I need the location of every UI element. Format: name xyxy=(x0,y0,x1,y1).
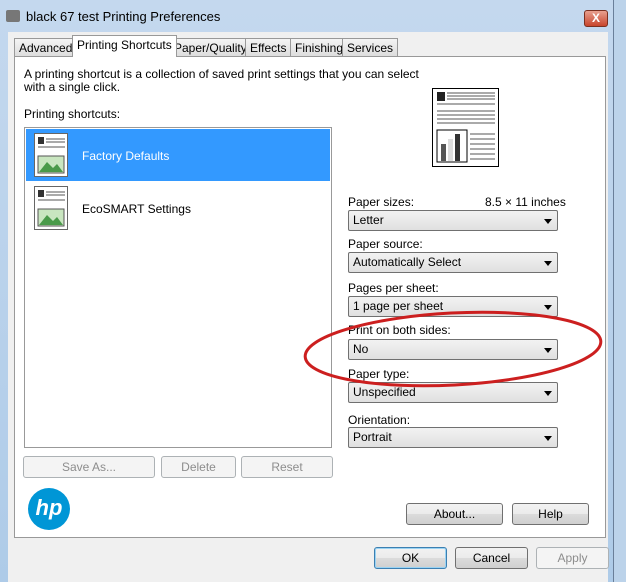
dropdown-value: No xyxy=(353,342,369,356)
chevron-down-icon xyxy=(544,436,552,441)
tab-services[interactable]: Services xyxy=(342,38,399,57)
description: A printing shortcut is a collection of s… xyxy=(24,67,419,81)
description-cont: with a single click. xyxy=(24,80,121,94)
shortcuts-list[interactable]: Factory Defaults EcoSMART Settings xyxy=(24,127,332,448)
logo-text: hp xyxy=(35,495,63,520)
page-preview xyxy=(432,88,499,167)
dropdown-value: Portrait xyxy=(353,430,392,444)
list-item-label: EcoSMART Settings xyxy=(82,202,191,216)
delete-button[interactable]: Delete xyxy=(161,456,236,478)
orientation-label: Orientation: xyxy=(348,413,411,427)
dropdown-value: Automatically Select xyxy=(353,255,462,269)
paper-size-dimensions: 8.5 × 11 inches xyxy=(485,195,566,209)
chevron-down-icon xyxy=(544,391,552,396)
save-as-button[interactable]: Save As... xyxy=(23,456,155,478)
tab-advanced[interactable]: Advanced xyxy=(14,38,78,57)
dropdown-value: 1 page per sheet xyxy=(353,299,444,313)
list-item-label: Factory Defaults xyxy=(82,149,170,163)
paper-source-label: Paper source: xyxy=(348,237,423,251)
reset-button[interactable]: Reset xyxy=(241,456,333,478)
cancel-button[interactable]: Cancel xyxy=(455,547,528,569)
pages-per-sheet-label: Pages per sheet: xyxy=(348,281,439,295)
shortcuts-label: Printing shortcuts: xyxy=(24,107,121,121)
printer-icon xyxy=(6,10,20,22)
chevron-down-icon xyxy=(544,305,552,310)
dropdown-value: Unspecified xyxy=(353,385,416,399)
dropdown-value: Letter xyxy=(353,213,384,227)
tab-finishing[interactable]: Finishing xyxy=(290,38,349,57)
print-both-sides-dropdown[interactable]: No xyxy=(348,339,558,360)
about-button[interactable]: About... xyxy=(406,503,503,525)
printing-preferences-window: black 67 test Printing Preferences X Adv… xyxy=(0,0,614,582)
pages-per-sheet-dropdown[interactable]: 1 page per sheet xyxy=(348,296,558,317)
document-icon xyxy=(34,133,68,177)
print-both-sides-label: Print on both sides: xyxy=(348,323,451,337)
list-item-factory-defaults[interactable]: Factory Defaults xyxy=(26,129,330,181)
apply-button[interactable]: Apply xyxy=(536,547,609,569)
paper-sizes-label: Paper sizes: xyxy=(348,195,415,209)
hp-logo: hp xyxy=(28,488,70,530)
chevron-down-icon xyxy=(544,348,552,353)
close-button[interactable]: X xyxy=(584,10,608,27)
tab-printing-shortcuts[interactable]: Printing Shortcuts xyxy=(72,35,177,57)
paper-type-dropdown[interactable]: Unspecified xyxy=(348,382,558,403)
list-item-ecosmart[interactable]: EcoSMART Settings xyxy=(26,182,330,234)
paper-type-label: Paper type: xyxy=(348,367,410,381)
paper-sizes-dropdown[interactable]: Letter xyxy=(348,210,558,231)
help-button[interactable]: Help xyxy=(512,503,589,525)
tab-effects[interactable]: Effects xyxy=(245,38,292,57)
document-icon xyxy=(34,186,68,230)
orientation-dropdown[interactable]: Portrait xyxy=(348,427,558,448)
chevron-down-icon xyxy=(544,261,552,266)
paper-source-dropdown[interactable]: Automatically Select xyxy=(348,252,558,273)
tab-paper-quality[interactable]: Paper/Quality xyxy=(169,38,252,57)
window-title: black 67 test Printing Preferences xyxy=(26,9,221,24)
ok-button[interactable]: OK xyxy=(374,547,447,569)
chevron-down-icon xyxy=(544,219,552,224)
